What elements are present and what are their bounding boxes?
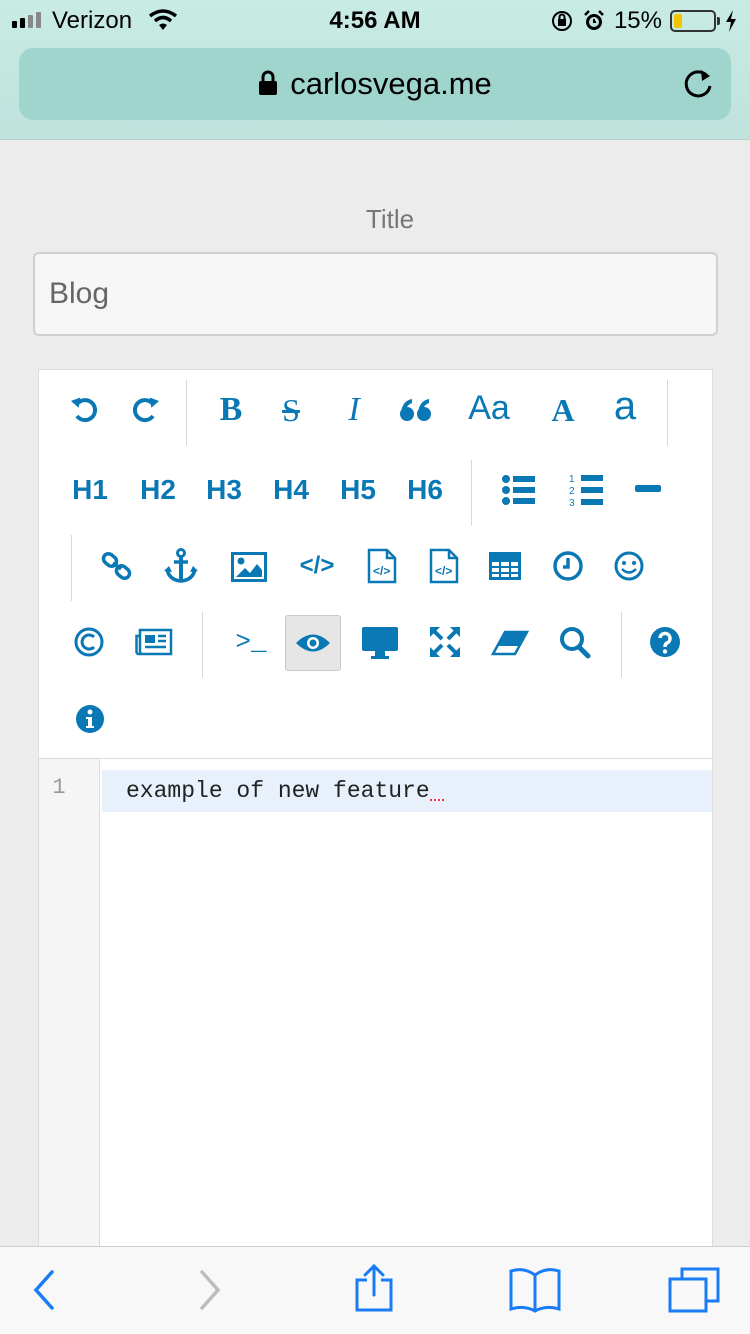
charging-icon [726, 10, 736, 32]
status-bar: Verizon 4:56 AM 15% [0, 0, 750, 40]
lowercase-button[interactable]: a [605, 384, 645, 428]
heading-4-button[interactable]: H4 [266, 470, 316, 510]
preview-eye-icon[interactable] [295, 632, 331, 654]
toolbar-divider [39, 758, 712, 759]
title-label: Title [365, 204, 415, 234]
quote-icon[interactable] [399, 396, 433, 424]
battery-percent: 15% [613, 7, 662, 34]
emoji-icon[interactable] [613, 550, 645, 582]
table-icon[interactable] [489, 552, 521, 580]
svg-text:1: 1 [569, 474, 575, 485]
toolbar-separator [621, 612, 622, 678]
toolbar-separator [71, 535, 72, 601]
info-icon[interactable] [75, 704, 105, 734]
url-label: carlosvega.me [290, 66, 492, 101]
heading-3-button[interactable]: H3 [199, 470, 249, 510]
browser-top-bar: Verizon 4:56 AM 15% carlosvega.me [0, 0, 750, 140]
svg-text:2: 2 [569, 486, 575, 497]
svg-text:</>: </> [373, 564, 390, 578]
editor-text[interactable]: example of new feature [126, 778, 444, 804]
share-icon[interactable] [354, 1263, 394, 1313]
heading-5-button[interactable]: H5 [333, 470, 383, 510]
toolbar-separator [667, 380, 668, 446]
line-gutter [39, 759, 100, 1329]
font-case-button[interactable]: Aa [463, 388, 515, 428]
heading-1-button[interactable]: H1 [65, 470, 115, 510]
bullet-list-icon[interactable] [501, 474, 535, 506]
toolbar-separator [202, 612, 203, 678]
svg-text:3: 3 [569, 498, 575, 508]
copyright-icon[interactable] [73, 626, 105, 658]
forward-icon[interactable] [198, 1269, 222, 1311]
back-icon[interactable] [32, 1269, 56, 1311]
markdown-editor: B S I Aa A a H1 H2 H3 H4 H5 H6 123 </> <… [38, 369, 713, 1329]
anchor-icon[interactable] [164, 548, 198, 584]
alarm-icon [584, 10, 604, 30]
italic-button[interactable]: I [334, 390, 374, 430]
code-icon[interactable]: </> [297, 548, 337, 584]
lock-icon [259, 70, 278, 95]
help-icon[interactable] [649, 626, 681, 658]
browser-bottom-bar [0, 1246, 750, 1334]
rotation-lock-icon [551, 11, 572, 31]
clock-icon[interactable] [552, 550, 584, 582]
horizontal-rule-icon[interactable] [635, 484, 661, 494]
redo-icon[interactable] [129, 394, 161, 426]
terminal-button[interactable]: >_ [229, 624, 273, 660]
toolbar-separator [471, 460, 472, 526]
svg-text:</>: </> [435, 564, 452, 578]
title-input[interactable] [33, 252, 718, 336]
image-icon[interactable] [231, 552, 267, 582]
spellcheck-underline [429, 795, 444, 801]
search-icon[interactable] [559, 626, 591, 660]
newspaper-icon[interactable] [135, 628, 173, 656]
strikethrough-button[interactable]: S [271, 390, 311, 430]
status-right: 15% [550, 7, 738, 35]
heading-2-button[interactable]: H2 [133, 470, 183, 510]
line-number: 1 [52, 775, 66, 800]
editor-line-text: example of new feature [126, 778, 430, 804]
uppercase-button[interactable]: A [543, 390, 583, 430]
heading-6-button[interactable]: H6 [400, 470, 450, 510]
url-text[interactable]: carlosvega.me [19, 66, 731, 102]
link-icon[interactable] [101, 550, 133, 582]
undo-icon[interactable] [69, 394, 101, 426]
tabs-icon[interactable] [668, 1267, 720, 1313]
code-file-icon[interactable]: </> [367, 548, 397, 584]
fullscreen-icon[interactable] [429, 626, 461, 658]
bookmarks-icon[interactable] [508, 1267, 562, 1313]
code-block-file-icon[interactable]: </> [429, 548, 459, 584]
reload-icon[interactable] [681, 66, 715, 102]
url-bar[interactable]: carlosvega.me [19, 48, 731, 120]
eraser-icon[interactable] [491, 630, 529, 656]
battery-icon [670, 10, 720, 32]
side-by-side-monitor-icon[interactable] [361, 626, 399, 660]
toolbar-separator [186, 380, 187, 446]
bold-button[interactable]: B [211, 390, 251, 430]
numbered-list-icon[interactable]: 123 [569, 472, 603, 508]
